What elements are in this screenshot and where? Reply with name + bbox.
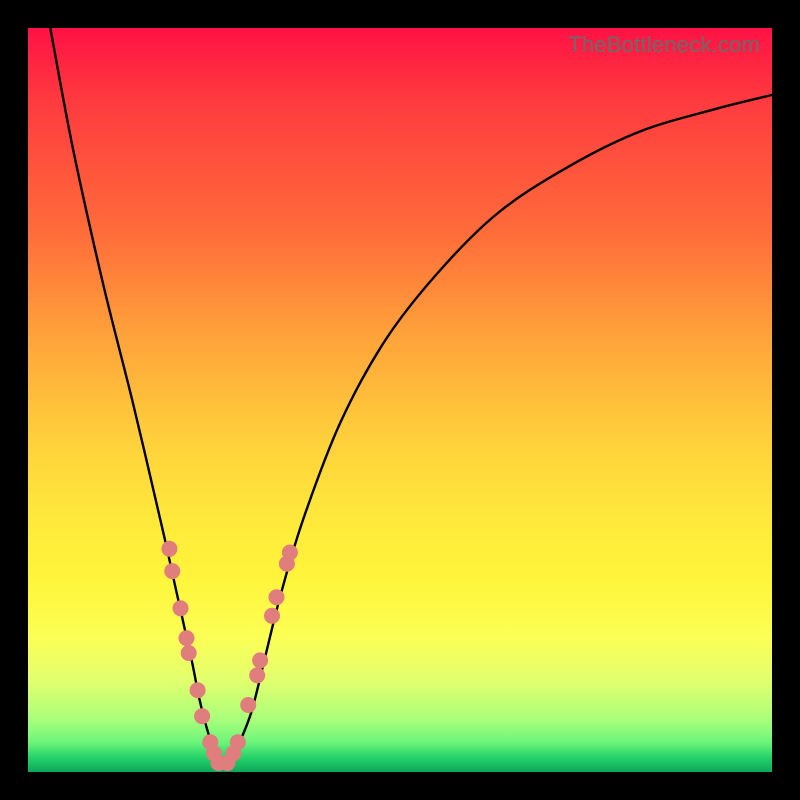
data-marker (173, 600, 189, 616)
data-marker (194, 708, 210, 724)
data-marker (179, 630, 195, 646)
data-marker (181, 645, 197, 661)
data-marker (240, 697, 256, 713)
data-marker (269, 589, 285, 605)
data-marker (230, 734, 246, 750)
data-marker (282, 545, 298, 561)
chart-plot-area: TheBottleneck.com (28, 28, 772, 772)
data-marker (190, 682, 206, 698)
data-marker (249, 667, 265, 683)
bottleneck-curve (50, 28, 772, 766)
chart-svg (28, 28, 772, 772)
data-marker (161, 541, 177, 557)
data-marker (252, 652, 268, 668)
data-marker (164, 563, 180, 579)
data-marker (264, 608, 280, 624)
data-markers (161, 541, 298, 771)
